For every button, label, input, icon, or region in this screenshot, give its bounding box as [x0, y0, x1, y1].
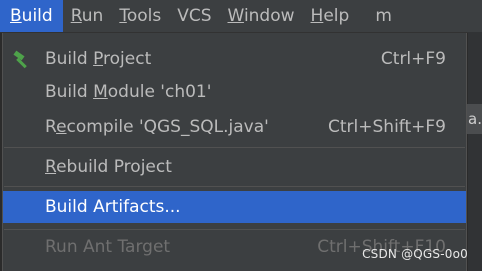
build-artifacts-label: Build Artifacts...: [45, 197, 181, 217]
menu-separator: [4, 186, 465, 187]
recompile-shortcut: Ctrl+Shift+F9: [328, 116, 446, 137]
menu-run-rest: un: [81, 6, 104, 26]
recompile-mnemonic: e: [56, 116, 67, 137]
build-module-item[interactable]: Build Module 'ch01': [3, 76, 466, 107]
menu-vcs[interactable]: VCS: [169, 0, 219, 32]
menu-tools-rest: ools: [126, 6, 162, 26]
menu-build[interactable]: Build: [0, 0, 63, 32]
build-menu-dropdown: Build Project Ctrl+F9 Build Module 'ch01…: [2, 33, 467, 271]
build-project-item[interactable]: Build Project Ctrl+F9: [3, 43, 466, 74]
recompile-item[interactable]: Recompile 'QGS_SQL.java' Ctrl+Shift+F9: [3, 111, 466, 142]
menu-run[interactable]: Run: [63, 0, 112, 32]
build-project-pre: Build: [45, 48, 94, 69]
build-project-mnemonic: P: [93, 48, 104, 69]
rebuild-project-mnemonic: R: [45, 156, 57, 177]
rebuild-project-label: Rebuild Project: [45, 157, 172, 177]
menu-bar: Build Run Tools VCS Window Help m: [0, 0, 482, 33]
menu-tools[interactable]: Tools: [111, 0, 169, 32]
build-project-shortcut: Ctrl+F9: [380, 48, 446, 69]
menu-window-mnemonic: W: [227, 6, 244, 26]
menu-build-rest: uild: [21, 6, 53, 26]
recompile-label: Recompile 'QGS_SQL.java': [45, 117, 269, 137]
menu-help-rest: elp: [323, 6, 350, 26]
recompile-post: compile 'QGS_SQL.java': [66, 116, 269, 137]
rebuild-project-item[interactable]: Rebuild Project: [3, 151, 466, 182]
build-module-post: odule 'ch01': [107, 81, 212, 102]
hammer-icon: [11, 49, 33, 69]
watermark: CSDN @QGS-0o0: [362, 247, 468, 261]
editor-gutter: [468, 32, 482, 271]
build-module-mnemonic: M: [93, 81, 108, 102]
rebuild-project-post: ebuild Project: [56, 156, 172, 177]
menu-help[interactable]: Help: [303, 0, 358, 32]
menu-window-rest: indow: [243, 6, 295, 26]
build-artifacts-item[interactable]: Build Artifacts...: [3, 191, 466, 223]
recompile-pre: R: [45, 116, 57, 137]
menu-build-mnemonic: B: [10, 6, 22, 26]
build-project-post: roject: [103, 48, 152, 69]
build-module-pre: Build: [45, 81, 94, 102]
build-module-label: Build Module 'ch01': [45, 82, 211, 102]
editor-tab-fragment[interactable]: a.\: [466, 104, 482, 134]
menu-tools-mnemonic: T: [119, 6, 127, 26]
menu-run-mnemonic: R: [70, 6, 82, 26]
menu-help-mnemonic: H: [310, 6, 324, 26]
menu-separator: [4, 229, 465, 230]
run-ant-target-label: Run Ant Target: [45, 236, 171, 257]
menubar-truncated-text: m: [375, 6, 392, 26]
menu-window[interactable]: Window: [220, 0, 303, 32]
menu-separator: [4, 147, 465, 148]
build-project-label: Build Project: [45, 49, 151, 69]
menu-vcs-label: VCS: [177, 6, 212, 26]
